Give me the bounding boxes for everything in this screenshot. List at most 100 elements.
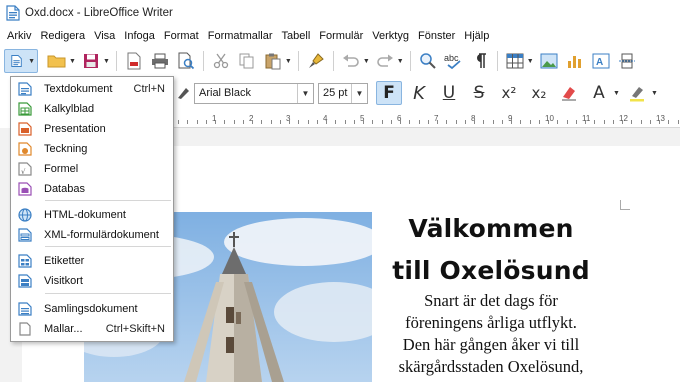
chevron-down-icon[interactable]: ▼ [363, 58, 370, 65]
paragraph-style-icon[interactable] [174, 81, 192, 105]
font-size-value[interactable]: 25 pt [319, 87, 351, 99]
ruler-tick [604, 120, 605, 124]
body-line-2[interactable]: föreningens årliga utflykt. [378, 312, 604, 334]
ruler-tick [252, 120, 253, 124]
menu-hjalp[interactable]: Hjälp [461, 30, 495, 42]
menu-item-xml-formulärdokument[interactable]: XML-formulärdokument [11, 225, 173, 245]
chevron-down-icon[interactable]: ▼ [103, 58, 110, 65]
spellcheck-icon: abc [444, 53, 461, 70]
find-replace-button[interactable] [417, 50, 439, 72]
open-button[interactable] [46, 50, 68, 72]
highlight-color-button[interactable] [624, 81, 650, 105]
insert-textbox-button[interactable]: A [590, 50, 612, 72]
cut-button[interactable] [210, 50, 232, 72]
save-button[interactable] [80, 50, 102, 72]
undo-button[interactable] [340, 50, 362, 72]
formatting-marks-button[interactable] [469, 50, 491, 72]
redo-button[interactable] [374, 50, 396, 72]
font-name-value[interactable]: Arial Black [195, 87, 297, 99]
menu-item-etiketter[interactable]: Etiketter [11, 251, 173, 271]
folder-icon [47, 55, 66, 68]
pilcrow-icon [476, 53, 486, 68]
subscript-button[interactable]: x₂ [526, 81, 552, 105]
title-bar: Oxd.docx - LibreOffice Writer [0, 0, 680, 26]
superscript-button[interactable]: x² [496, 81, 522, 105]
print-preview-icon [178, 52, 195, 70]
menu-item-formel[interactable]: √ Formel [11, 159, 173, 179]
strikethrough-button[interactable]: S [466, 81, 492, 105]
menu-format[interactable]: Format [161, 30, 205, 42]
menu-separator [45, 293, 171, 294]
bold-button[interactable]: F [376, 81, 402, 105]
ruler-tick [548, 120, 549, 124]
insert-page-break-button[interactable] [616, 50, 638, 72]
insert-chart-button[interactable] [564, 50, 586, 72]
clone-formatting-button[interactable] [305, 50, 327, 72]
menu-arkiv[interactable]: Arkiv [4, 30, 37, 42]
menu-bar: Arkiv Redigera Visa Infoga Format Format… [0, 26, 680, 46]
chevron-down-icon[interactable]: ▼ [351, 83, 367, 103]
paste-button[interactable] [262, 50, 284, 72]
ruler-tick [224, 120, 225, 124]
ruler-tick [298, 120, 299, 124]
ruler-tick [456, 120, 457, 124]
ruler-tick [345, 120, 346, 124]
menu-fonster[interactable]: Fönster [415, 30, 461, 42]
chevron-down-icon[interactable]: ▼ [285, 58, 292, 65]
export-pdf-button[interactable] [123, 50, 145, 72]
insert-table-button[interactable] [504, 50, 526, 72]
toolbar-separator [202, 51, 204, 71]
font-size-combo[interactable]: 25 pt ▼ [318, 82, 368, 104]
xml-form-icon [18, 228, 32, 242]
menu-tabell[interactable]: Tabell [279, 30, 317, 42]
italic-button[interactable]: K [406, 81, 432, 105]
menu-item-textdokument[interactable]: Textdokument Ctrl+N [11, 79, 173, 99]
underline-button[interactable]: U [436, 81, 462, 105]
menu-verktyg[interactable]: Verktyg [369, 30, 415, 42]
new-document-button[interactable]: ▼ [4, 49, 38, 73]
font-name-combo[interactable]: Arial Black ▼ [194, 82, 314, 104]
menu-item-teckning[interactable]: Teckning [11, 139, 173, 159]
clear-formatting-button[interactable] [556, 81, 582, 105]
menu-item-presentation[interactable]: Presentation [11, 119, 173, 139]
chevron-down-icon[interactable]: ▼ [651, 90, 658, 97]
chevron-down-icon[interactable]: ▼ [613, 90, 620, 97]
menu-item-kalkylblad[interactable]: Kalkylblad [11, 99, 173, 119]
menu-item-samlingsdokument[interactable]: Samlingsdokument [11, 299, 173, 319]
font-color-button[interactable]: A [586, 81, 612, 105]
ruler-tick [493, 120, 494, 124]
ruler-number: 10 [545, 114, 554, 123]
ruler-tick [539, 120, 540, 124]
chevron-down-icon[interactable]: ▼ [297, 83, 313, 103]
chevron-down-icon[interactable]: ▼ [69, 58, 76, 65]
menu-infoga[interactable]: Infoga [121, 30, 161, 42]
body-line-4[interactable]: skärgårdsstaden Oxelösund, [378, 356, 604, 378]
chevron-down-icon[interactable]: ▼ [527, 58, 534, 65]
menu-redigera[interactable]: Redigera [37, 30, 91, 42]
print-preview-button[interactable] [175, 50, 197, 72]
menu-item-databas[interactable]: Databas [11, 179, 173, 199]
menu-formular[interactable]: Formulär [316, 30, 369, 42]
menu-formatmallar[interactable]: Formatmallar [205, 30, 279, 42]
menu-item-mallar[interactable]: Mallar... Ctrl+Skift+N [11, 319, 173, 339]
body-line-3[interactable]: Den här gången åker vi till [378, 334, 604, 356]
menu-item-visitkort[interactable]: Visitkort [11, 271, 173, 291]
table-icon [506, 53, 524, 69]
menu-item-label: Mallar... [44, 323, 83, 335]
ruler-tick [631, 120, 632, 124]
svg-text:A: A [596, 57, 603, 68]
horizontal-ruler[interactable]: 1 2 3 4 5 6 7 8 9 10 11 12 13 [172, 112, 680, 128]
chevron-down-icon[interactable]: ▼ [397, 58, 404, 65]
menu-visa[interactable]: Visa [91, 30, 121, 42]
menu-item-html-dokument[interactable]: HTML-dokument [11, 205, 173, 225]
blank-doc-icon [18, 322, 32, 336]
print-button[interactable] [149, 50, 171, 72]
textbox-icon: A [592, 53, 610, 69]
ruler-tick [530, 120, 531, 124]
body-line-1[interactable]: Snart är det dags för [378, 290, 604, 312]
heading-line-1[interactable]: Välkommen [378, 214, 604, 243]
spelling-button[interactable]: abc [443, 50, 465, 72]
insert-image-button[interactable] [538, 50, 560, 72]
heading-line-2[interactable]: till Oxelösund [378, 256, 604, 285]
copy-button[interactable] [236, 50, 258, 72]
